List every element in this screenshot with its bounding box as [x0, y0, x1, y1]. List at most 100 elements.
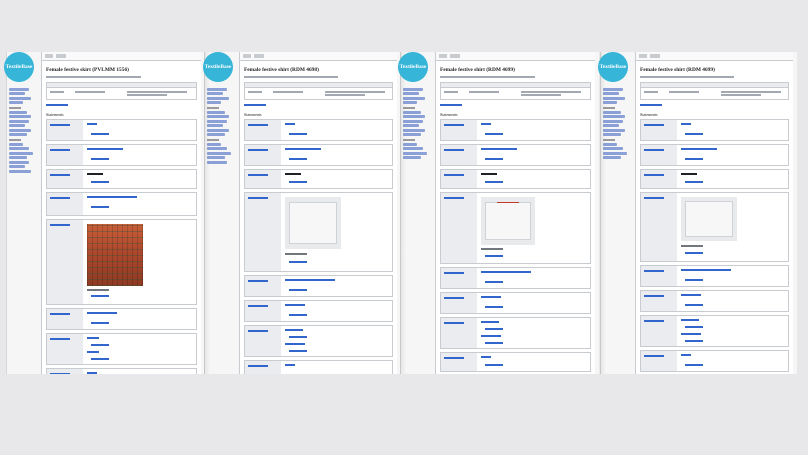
tab-discussion[interactable] — [450, 54, 460, 58]
sidebar-link[interactable] — [207, 87, 227, 91]
page-title: Female festive skirt (PVLMM 1556) — [46, 67, 129, 73]
add-reference-link[interactable] — [685, 252, 703, 254]
sidebar-link[interactable] — [403, 96, 425, 100]
add-reference-link[interactable] — [685, 340, 703, 342]
sidebar-link[interactable] — [603, 115, 625, 118]
sidebar-link[interactable] — [9, 156, 27, 159]
sidebar-link[interactable] — [207, 128, 229, 132]
add-reference-link[interactable] — [485, 181, 503, 183]
sidebar-link[interactable] — [403, 147, 423, 150]
sidebar-link[interactable] — [403, 115, 425, 118]
add-reference-link[interactable] — [289, 350, 307, 352]
add-reference-link[interactable] — [289, 133, 307, 135]
sidebar-link[interactable] — [9, 160, 29, 164]
add-reference-link[interactable] — [91, 181, 109, 183]
add-reference-link[interactable] — [485, 306, 503, 308]
add-reference-link[interactable] — [485, 158, 503, 160]
tab-discussion[interactable] — [56, 54, 66, 58]
edit-link[interactable] — [440, 104, 462, 106]
sidebar-link[interactable] — [9, 92, 25, 95]
textilebase-logo[interactable]: TextileBase — [4, 52, 34, 82]
sidebar-nav — [603, 86, 631, 161]
add-reference-link[interactable] — [289, 289, 307, 291]
add-reference-link[interactable] — [685, 364, 703, 366]
add-reference-link[interactable] — [685, 181, 703, 183]
add-reference-link[interactable] — [289, 336, 307, 338]
add-reference-link[interactable] — [91, 158, 109, 160]
edit-link[interactable] — [640, 104, 662, 106]
sidebar-link[interactable] — [603, 151, 627, 155]
sidebar-link[interactable] — [9, 101, 23, 104]
sidebar-link[interactable] — [9, 133, 27, 136]
sidebar-link[interactable] — [9, 96, 31, 100]
sidebar-link[interactable] — [207, 147, 227, 150]
sidebar-link[interactable] — [207, 119, 227, 123]
sidebar-link[interactable] — [9, 110, 27, 114]
sidebar-link[interactable] — [9, 142, 23, 146]
add-reference-link[interactable] — [685, 326, 703, 328]
add-reference-link[interactable] — [485, 281, 503, 283]
sidebar-link[interactable] — [9, 87, 29, 91]
sidebar-link[interactable] — [9, 124, 25, 127]
statement-material — [640, 315, 789, 347]
add-reference-link[interactable] — [485, 342, 503, 344]
add-reference-link[interactable] — [685, 133, 703, 135]
add-reference-link[interactable] — [91, 358, 109, 360]
item-image[interactable] — [87, 224, 143, 286]
sidebar-link[interactable] — [9, 115, 31, 118]
add-reference-link[interactable] — [289, 261, 307, 263]
sidebar-link[interactable] — [207, 96, 229, 100]
sidebar-link[interactable] — [403, 119, 423, 123]
add-reference-link[interactable] — [289, 314, 307, 316]
add-reference-link[interactable] — [91, 206, 109, 208]
add-reference-link[interactable] — [289, 158, 307, 160]
add-reference-link[interactable] — [485, 133, 503, 135]
item-image[interactable] — [481, 197, 535, 245]
statement-image — [640, 192, 789, 262]
sidebar-link[interactable] — [603, 119, 623, 123]
statement-instance-of — [440, 119, 591, 141]
sidebar-link[interactable] — [9, 147, 29, 150]
textilebase-logo[interactable]: TextileBase — [598, 52, 628, 82]
add-reference-link[interactable] — [485, 255, 503, 257]
add-reference-link[interactable] — [289, 181, 307, 183]
tab-item[interactable] — [639, 54, 647, 58]
edit-link[interactable] — [244, 104, 266, 106]
add-reference-link[interactable] — [91, 295, 109, 297]
sidebar-link[interactable] — [207, 160, 227, 164]
textilebase-logo[interactable]: TextileBase — [398, 52, 428, 82]
sidebar-link[interactable] — [603, 96, 625, 100]
sidebar-link[interactable] — [9, 128, 31, 132]
tab-item[interactable] — [439, 54, 447, 58]
add-reference-link[interactable] — [91, 133, 109, 135]
tab-discussion[interactable] — [650, 54, 660, 58]
statements-heading: Statements — [440, 112, 458, 117]
add-reference-link[interactable] — [485, 328, 503, 330]
add-reference-link[interactable] — [91, 344, 109, 346]
sidebar-link[interactable] — [207, 151, 231, 155]
item-image[interactable] — [681, 197, 737, 241]
sidebar-link[interactable] — [403, 151, 427, 155]
sidebar-link[interactable] — [603, 147, 623, 150]
page-title: Female festive shirt (RDM 4699) — [640, 67, 715, 73]
sidebar-link[interactable] — [403, 128, 425, 132]
textilebase-logo[interactable]: TextileBase — [203, 52, 233, 82]
sidebar-link[interactable] — [207, 115, 229, 118]
tab-item[interactable] — [243, 54, 251, 58]
edit-link[interactable] — [46, 104, 68, 106]
add-reference-link[interactable] — [685, 304, 703, 306]
sidebar-link[interactable] — [403, 87, 423, 91]
add-reference-link[interactable] — [685, 279, 703, 281]
tab-discussion[interactable] — [254, 54, 264, 58]
sidebar-link[interactable] — [9, 169, 31, 173]
tab-item[interactable] — [45, 54, 53, 58]
add-reference-link[interactable] — [91, 322, 109, 324]
sidebar-link[interactable] — [603, 87, 623, 91]
sidebar-link[interactable] — [9, 165, 25, 168]
sidebar-link[interactable] — [9, 119, 29, 123]
add-reference-link[interactable] — [685, 158, 703, 160]
add-reference-link[interactable] — [485, 364, 503, 366]
sidebar-link[interactable] — [9, 151, 33, 155]
item-image[interactable] — [285, 197, 341, 249]
sidebar-link[interactable] — [603, 128, 625, 132]
